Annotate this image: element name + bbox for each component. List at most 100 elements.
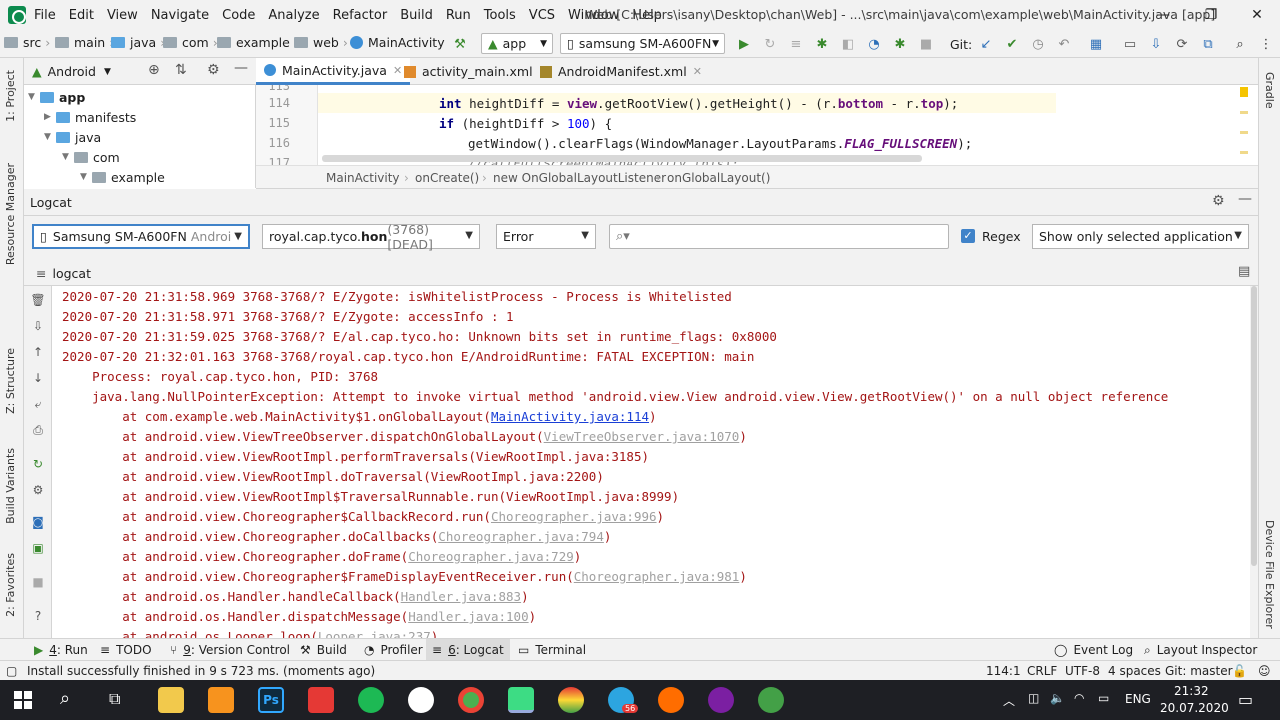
breadcrumb-listener[interactable]: new OnGlobalLayoutListener (493, 171, 666, 185)
source-link[interactable]: Looper.java:237 (318, 629, 431, 638)
process-filter-select[interactable]: royal.cap.tyco. hon (3768) [DEAD] ▼ (262, 222, 480, 252)
help-icon[interactable]: ? (30, 608, 46, 624)
nav-crumb-example[interactable]: example› (217, 35, 303, 50)
indent-setting[interactable]: 4 spaces (1108, 664, 1161, 678)
app-icon[interactable] (558, 687, 584, 713)
menu-tools[interactable]: Tools (484, 8, 516, 23)
tool-tab-build-variants[interactable]: Build Variants (4, 448, 17, 524)
minimize-button[interactable]: — (1140, 0, 1186, 30)
hide-icon[interactable]: — (1238, 191, 1252, 207)
photoshop-icon[interactable]: Ps (258, 687, 284, 713)
apply-code-icon[interactable]: ≡ (788, 36, 804, 52)
collapse-icon[interactable]: ⇅ (175, 62, 187, 78)
tool-tab-structure[interactable]: Z: Structure (4, 348, 17, 414)
menu-edit[interactable]: Edit (69, 8, 94, 23)
scrollbar-thumb[interactable] (1251, 286, 1257, 566)
file-encoding[interactable]: UTF-8 (1065, 664, 1100, 678)
source-link[interactable]: Choreographer.java:794 (438, 529, 604, 544)
search-icon[interactable]: ⌕ (1232, 36, 1248, 52)
notification-center-icon[interactable]: ▭ (1238, 690, 1253, 709)
app-icon[interactable] (658, 687, 684, 713)
attach-debugger-icon[interactable]: ✱ (892, 36, 908, 52)
print-icon[interactable]: ⎙ (30, 422, 46, 438)
line-separator[interactable]: CRLF (1027, 664, 1057, 678)
android-studio-taskbar-icon[interactable] (508, 687, 534, 713)
stop-icon[interactable]: ■ (918, 36, 934, 52)
menu-run[interactable]: Run (446, 8, 471, 23)
avd-manager-icon[interactable]: ▭ (1122, 36, 1138, 52)
tool-tab-favorites[interactable]: 2: Favorites (4, 553, 17, 617)
anydesk-icon[interactable] (308, 687, 334, 713)
menu-analyze[interactable]: Analyze (268, 8, 319, 23)
device-select[interactable]: ▯ samsung SM-A600FN ▼ (560, 33, 725, 54)
tool-tab-project[interactable]: 1: Project (4, 70, 17, 122)
menu-code[interactable]: Code (222, 8, 255, 23)
caret-position[interactable]: 114:1 (986, 664, 1021, 678)
sublime-text-icon[interactable] (208, 687, 234, 713)
source-link[interactable]: MainActivity.java:114 (491, 409, 649, 424)
history-icon[interactable]: ◷ (1030, 36, 1046, 52)
source-link[interactable]: Choreographer.java:981 (574, 569, 740, 584)
language-indicator[interactable]: ENG (1125, 692, 1151, 706)
layout-icon[interactable]: ▤ (1238, 264, 1250, 279)
restart-icon[interactable]: ↻ (30, 456, 46, 472)
tool-tab-todo[interactable]: ≡ TODO (94, 639, 158, 661)
tab-mainactivity-java[interactable]: MainActivity.java ✕ (256, 58, 411, 85)
regex-checkbox[interactable]: ✓ (961, 229, 975, 243)
tool-tab-layout-inspector[interactable]: ⌕ Layout Inspector (1138, 639, 1263, 661)
tree-item-com[interactable]: ▼ com (62, 147, 120, 167)
app-icon[interactable] (708, 687, 734, 713)
status-message[interactable]: Install successfully finished in 9 s 723… (27, 664, 375, 678)
sdk-manager-icon[interactable]: ⇩ (1148, 36, 1164, 52)
inspector-face-icon[interactable]: ☺ (1258, 664, 1271, 678)
source-link[interactable]: ViewTreeObserver.java:1070 (544, 429, 740, 444)
tool-tab-device-file-explorer[interactable]: Device File Explorer (1263, 520, 1276, 629)
gear-icon[interactable]: ⚙ (1212, 193, 1225, 209)
breadcrumb-oncreate[interactable]: onCreate() (415, 171, 479, 185)
tool-tab-gradle[interactable]: Gradle (1263, 72, 1276, 109)
maximize-button[interactable]: ❐ (1188, 0, 1234, 30)
tool-tab-run[interactable]: ▶ 4: Run (28, 639, 94, 661)
run-icon[interactable]: ▶ (736, 36, 752, 52)
git-update-icon[interactable]: ↙ (978, 36, 994, 52)
arrow-up-icon[interactable]: ↑ (30, 344, 46, 360)
nav-crumb-com[interactable]: com › (163, 35, 222, 50)
logcat-search-input[interactable]: ⌕▾ (609, 224, 949, 249)
log-level-select[interactable]: Error ▼ (496, 224, 596, 249)
horizontal-scrollbar[interactable] (322, 155, 922, 162)
menu-vcs[interactable]: VCS (529, 8, 555, 23)
breadcrumb-ongloballayout[interactable]: onGlobalLayout() (667, 171, 770, 185)
clear-trash-icon[interactable]: 🗑 (30, 292, 46, 308)
tool-tab-resource-manager[interactable]: Resource Manager (4, 163, 17, 265)
source-link[interactable]: Handler.java:100 (408, 609, 528, 624)
build-hammer-icon[interactable]: ⚒ (452, 36, 468, 52)
close-window-button[interactable]: ✕ (1234, 0, 1280, 30)
app-filter-select[interactable]: Show only selected application ▼ (1032, 224, 1249, 249)
task-view-icon[interactable]: ⧉ (109, 689, 120, 709)
subtab-logcat[interactable]: ≡ logcat (36, 266, 91, 281)
git-commit-icon[interactable]: ✔ (1004, 36, 1020, 52)
tool-tab-build[interactable]: ⚒ Build (294, 639, 353, 661)
menu-view[interactable]: View (107, 8, 138, 23)
logcat-output[interactable]: 2020-07-20 21:31:58.969 3768-3768/? E/Zy… (52, 286, 1250, 638)
coverage-icon[interactable]: ◧ (840, 36, 856, 52)
nav-crumb-mainactivity[interactable]: MainActivity (350, 35, 445, 50)
wifi-icon[interactable]: ◠ (1074, 691, 1084, 705)
nav-crumb-main[interactable]: main› (55, 35, 118, 50)
device-manager-icon[interactable]: ⧉ (1200, 36, 1216, 52)
tray-chevron-up-icon[interactable]: ︿ (1003, 692, 1015, 709)
apply-changes-icon[interactable]: ↻ (762, 36, 778, 52)
stop-icon[interactable]: ■ (30, 574, 46, 590)
screenshot-icon[interactable]: ◙ (30, 514, 46, 530)
tool-tab-terminal[interactable]: ▭ Terminal (512, 639, 592, 661)
menu-file[interactable]: File (34, 8, 56, 23)
debug-icon[interactable]: ✱ (814, 36, 830, 52)
tree-item-java[interactable]: ▼ java (44, 127, 101, 147)
device-filter-select[interactable]: ▯ Samsung SM-A600FN Android ▼ (32, 224, 250, 249)
tool-tab-profiler[interactable]: ◔ Profiler (358, 639, 429, 661)
code-editor[interactable]: int heightDiff = view.getRootView().getH… (318, 85, 1248, 165)
more-icon[interactable]: ⋮ (1258, 36, 1274, 52)
tab-android-manifest-xml[interactable]: AndroidManifest.xml ✕ (532, 58, 710, 85)
tree-item-manifests[interactable]: ▶ manifests (44, 107, 136, 127)
nav-crumb-web[interactable]: web › (294, 35, 352, 50)
